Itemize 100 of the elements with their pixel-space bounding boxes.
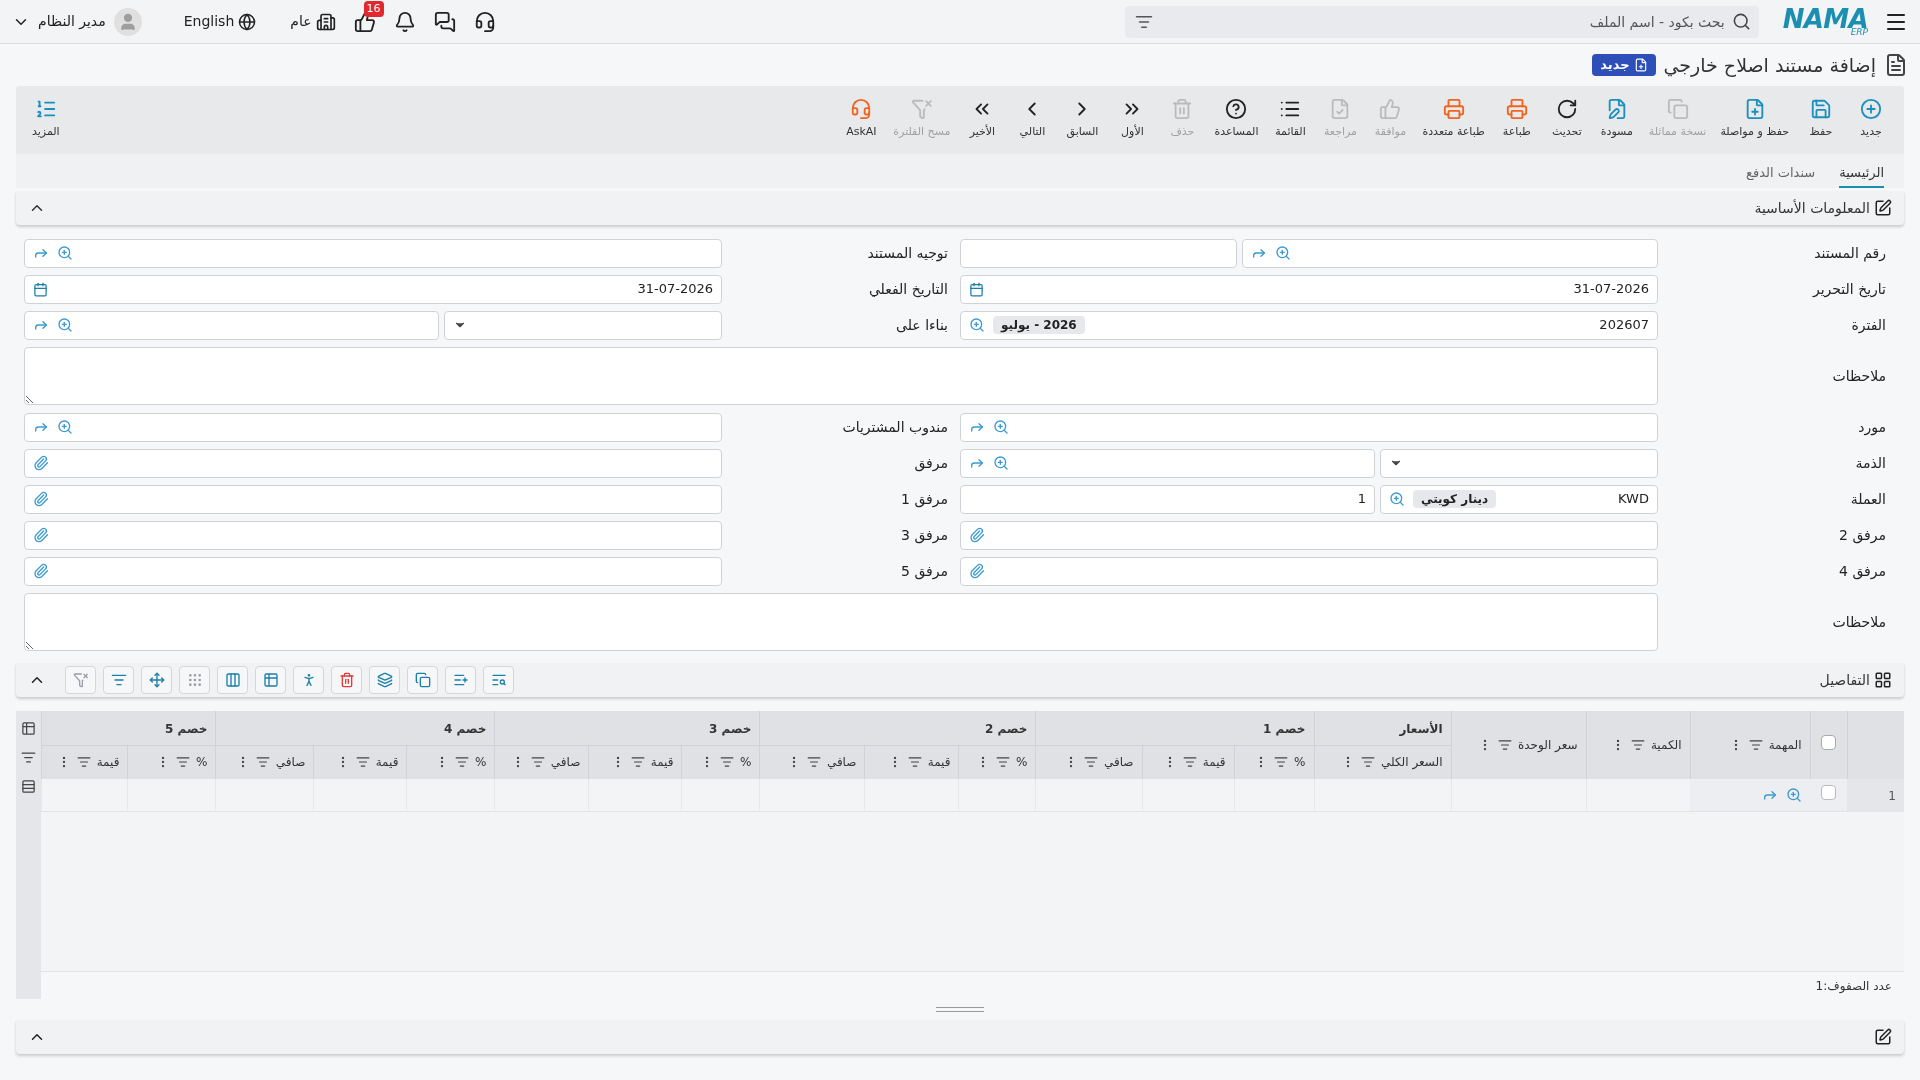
select-field[interactable] (444, 310, 722, 340)
table-cell[interactable] (1234, 779, 1314, 811)
attachment-field[interactable] (24, 448, 722, 478)
table-cell[interactable] (313, 779, 407, 811)
messages-icon[interactable] (433, 10, 456, 33)
toolbar-button[interactable]: مسودة (1591, 98, 1642, 141)
resize-handle[interactable] (936, 1007, 984, 1012)
notes-field[interactable] (24, 347, 1658, 405)
toolbar-button[interactable]: التالي (1007, 98, 1058, 141)
filter-icon[interactable] (630, 755, 645, 770)
copy-button[interactable] (407, 666, 438, 694)
menu-icon[interactable] (21, 779, 36, 794)
column-header[interactable]: صافي (826, 753, 857, 772)
search-plus-icon[interactable] (57, 419, 73, 435)
column-header[interactable]: % (1294, 753, 1306, 772)
lookup-field[interactable] (960, 412, 1658, 442)
delete-button[interactable] (331, 666, 362, 694)
calendar-icon[interactable] (33, 281, 48, 297)
toolbar-button[interactable]: تحديث (1541, 98, 1592, 141)
layers-button[interactable] (369, 666, 400, 694)
toolbar-button[interactable]: حفظ و مواصلة (1713, 98, 1796, 141)
toolbar-button[interactable]: الأخير (957, 98, 1008, 141)
lookup-field[interactable] (24, 310, 439, 340)
filter-icon[interactable] (530, 755, 545, 770)
table-cell[interactable] (1451, 779, 1586, 811)
search-list-button[interactable] (483, 666, 514, 694)
toolbar-button[interactable]: السابق (1057, 98, 1108, 141)
filter-icon[interactable] (720, 755, 735, 770)
checkbox[interactable] (1821, 784, 1836, 800)
paperclip-icon[interactable] (969, 563, 985, 579)
filter-icon[interactable] (907, 755, 922, 770)
table-cell[interactable] (759, 779, 865, 811)
filter-icon[interactable] (1361, 755, 1375, 770)
filter-icon[interactable] (455, 755, 469, 770)
bell-icon[interactable] (393, 10, 416, 33)
column-header[interactable]: قيمة (375, 753, 399, 772)
column-header[interactable]: % (195, 753, 208, 772)
filter-icon[interactable] (1748, 738, 1763, 752)
search-plus-icon[interactable] (993, 419, 1009, 435)
checkbox[interactable] (1821, 735, 1836, 750)
branch-label[interactable]: عام (290, 11, 312, 32)
filter-icon[interactable] (1274, 755, 1289, 770)
paperclip-icon[interactable] (33, 455, 49, 471)
toolbar-button[interactable]: AskAI (836, 98, 887, 141)
toolbar-button[interactable]: جديد (1846, 98, 1896, 141)
column-header[interactable]: قيمة (927, 753, 951, 772)
table-cell[interactable] (958, 779, 1036, 811)
table-cell[interactable] (1142, 779, 1234, 811)
date-field[interactable]: 31-07-2026 (960, 274, 1658, 304)
language-link[interactable]: English (183, 11, 235, 32)
tab[interactable]: سندات الدفع (1746, 162, 1816, 188)
lookup-field[interactable] (24, 412, 722, 442)
tab[interactable]: الرئيسية (1839, 162, 1884, 188)
filter-icon[interactable] (76, 755, 91, 770)
filter-icon[interactable] (21, 750, 36, 765)
grip-button[interactable] (179, 666, 210, 694)
paperclip-icon[interactable] (33, 491, 49, 507)
table-cell[interactable] (406, 779, 495, 811)
person-button[interactable] (293, 666, 324, 694)
search-plus-icon[interactable] (993, 455, 1009, 471)
column-header[interactable]: المهمة (1768, 736, 1802, 754)
table-cell[interactable] (1810, 779, 1847, 811)
date-field[interactable]: 31-07-2026 (24, 274, 722, 304)
column-header[interactable]: قيمة (1202, 753, 1226, 772)
table-cell[interactable] (864, 779, 959, 811)
table-cell[interactable] (494, 779, 589, 811)
filter-icon[interactable] (1498, 738, 1512, 752)
column-header[interactable]: قيمة (96, 753, 120, 772)
filter-icon[interactable] (355, 755, 370, 770)
globe-icon[interactable] (238, 12, 257, 31)
paperclip-icon[interactable] (969, 527, 985, 543)
toolbar-button[interactable]: الأول (1107, 98, 1158, 141)
calendar-icon[interactable] (969, 281, 984, 297)
table-cell[interactable] (1314, 779, 1451, 811)
filter-icon[interactable] (1630, 738, 1645, 752)
column-header[interactable]: صافي (1103, 753, 1134, 772)
search-field[interactable]: بحث بكود - اسم الملف (1124, 5, 1759, 38)
column-header[interactable]: صافي (550, 753, 581, 772)
toolbar-button[interactable]: القائمة (1265, 98, 1316, 141)
table-cell[interactable] (41, 779, 128, 811)
table-cell[interactable] (1586, 779, 1690, 811)
filter-icon[interactable] (1083, 755, 1098, 770)
filter-icon[interactable] (996, 755, 1011, 770)
table-icon[interactable] (21, 721, 36, 736)
table-cell[interactable] (588, 779, 682, 811)
headset-icon[interactable] (473, 10, 496, 33)
filter-icon[interactable] (806, 755, 821, 770)
attachment-field[interactable] (24, 556, 722, 586)
column-header[interactable]: % (475, 753, 487, 772)
notes-field[interactable] (24, 593, 1658, 651)
filter-icon[interactable] (255, 755, 270, 770)
filter-button[interactable] (103, 666, 134, 694)
avatar[interactable] (113, 7, 142, 36)
search-plus-icon[interactable] (57, 317, 73, 333)
toolbar-button[interactable]: طباعة متعددة (1415, 98, 1492, 141)
table-cell[interactable] (1035, 779, 1142, 811)
toolbar-button[interactable]: المساعدة (1207, 98, 1266, 141)
table-button[interactable] (255, 666, 286, 694)
column-header[interactable]: قيمة (650, 753, 674, 772)
attachment-field[interactable] (24, 484, 722, 514)
